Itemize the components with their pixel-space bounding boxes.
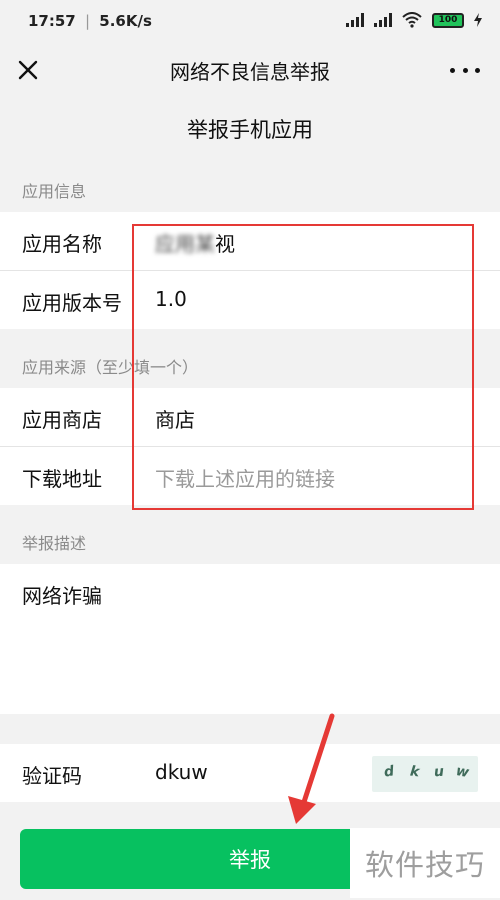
section-app-info: 应用信息 bbox=[22, 182, 87, 201]
clock-text: 17:57 bbox=[28, 12, 76, 30]
navigation-bar: 网络不良信息举报 bbox=[0, 44, 500, 98]
captcha-image[interactable]: d k u w bbox=[372, 756, 478, 792]
description-value: 网络诈骗 bbox=[22, 584, 102, 608]
more-icon[interactable] bbox=[450, 56, 480, 84]
description-textarea[interactable]: 网络诈骗 bbox=[0, 564, 500, 714]
captcha-row[interactable]: 验证码 dkuw d k u w bbox=[0, 744, 500, 802]
app-name-label: 应用名称 bbox=[22, 232, 102, 256]
page-title: 举报手机应用 bbox=[187, 118, 313, 142]
captcha-label: 验证码 bbox=[22, 764, 82, 788]
wifi-icon bbox=[402, 12, 422, 28]
watermark: 软件技巧 bbox=[350, 828, 500, 898]
status-time: 17:57 | 5.6K/s bbox=[28, 12, 152, 30]
annotation-arrow-icon bbox=[288, 713, 335, 824]
section-description: 举报描述 bbox=[22, 534, 87, 553]
version-label: 应用版本号 bbox=[22, 291, 122, 315]
signal-icon-2 bbox=[374, 13, 392, 27]
status-bar: 17:57 | 5.6K/s 100 bbox=[0, 0, 500, 44]
page-title-bar: 举报手机应用 bbox=[0, 98, 500, 158]
battery-icon: 100 bbox=[432, 12, 464, 28]
captcha-input[interactable]: dkuw bbox=[155, 760, 208, 784]
nav-title: 网络不良信息举报 bbox=[170, 60, 330, 84]
highlight-box bbox=[132, 224, 474, 510]
charging-icon bbox=[474, 13, 482, 27]
download-label: 下载地址 bbox=[22, 467, 102, 491]
network-speed-text: 5.6K/s bbox=[99, 12, 152, 30]
app-store-label: 应用商店 bbox=[22, 408, 102, 432]
battery-level: 100 bbox=[438, 15, 458, 25]
signal-icon bbox=[346, 13, 364, 27]
